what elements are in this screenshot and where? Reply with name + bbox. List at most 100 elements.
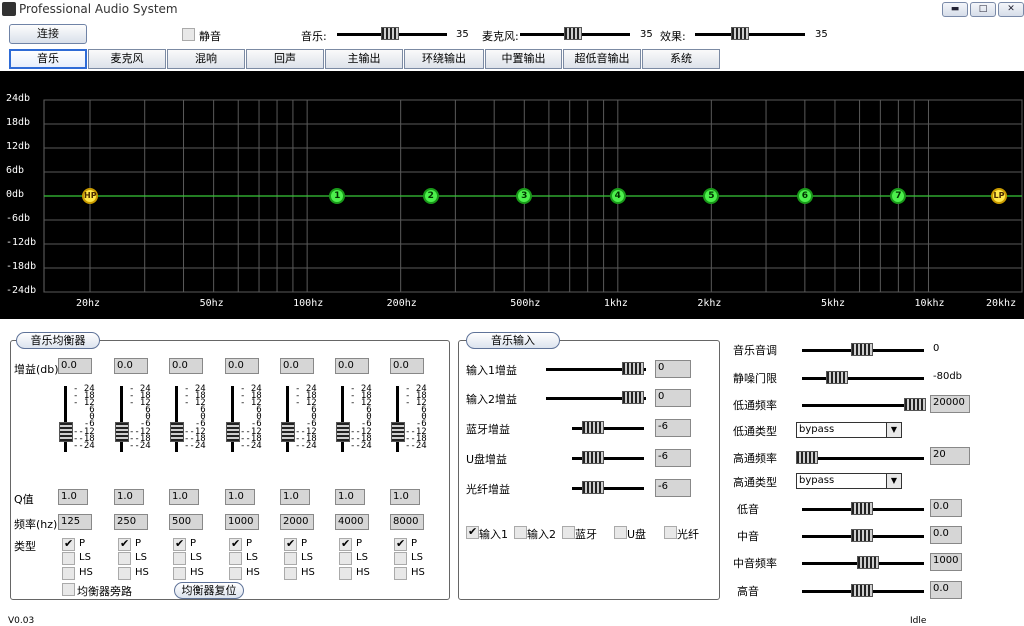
mid-freq-thumb[interactable] — [857, 556, 879, 569]
close-icon[interactable]: ✕ — [998, 2, 1024, 17]
band-type-p-checkbox[interactable] — [62, 537, 75, 551]
input-source-checkbox[interactable] — [466, 525, 479, 539]
eq-node-lp[interactable]: LP — [991, 188, 1007, 204]
band-gain-slider-thumb[interactable] — [391, 422, 405, 442]
input-gain-thumb[interactable] — [622, 391, 644, 404]
band-gain-slider-thumb[interactable] — [336, 422, 350, 442]
band-type-p-checkbox[interactable] — [118, 537, 131, 551]
band-gain-slider-track[interactable] — [396, 386, 399, 452]
band-freq-field[interactable]: 1000 — [225, 514, 259, 530]
mid-thumb[interactable] — [851, 529, 873, 542]
tab-8[interactable]: 系统 — [642, 49, 720, 69]
input-source-checkbox[interactable] — [664, 526, 677, 539]
band-q-field[interactable]: 1.0 — [114, 489, 144, 505]
band-q-field[interactable]: 1.0 — [280, 489, 310, 505]
minimize-icon[interactable]: ▬ — [942, 2, 968, 17]
band-type-ls-checkbox[interactable] — [118, 552, 131, 565]
tab-7[interactable]: 超低音输出 — [563, 49, 641, 69]
band-gain-field[interactable]: 0.0 — [114, 358, 148, 374]
input-gain-field[interactable]: -6 — [655, 479, 691, 497]
band-type-ls-checkbox[interactable] — [229, 552, 242, 565]
band-type-hs-checkbox[interactable] — [229, 567, 242, 580]
band-q-field[interactable]: 1.0 — [225, 489, 255, 505]
eq-node-4[interactable]: 4 — [609, 188, 626, 204]
band-type-p-checkbox[interactable] — [284, 537, 297, 551]
eq-node-6[interactable]: 6 — [796, 188, 813, 204]
band-type-ls-checkbox[interactable] — [62, 552, 75, 565]
band-gain-field[interactable]: 0.0 — [169, 358, 203, 374]
band-freq-field[interactable]: 4000 — [335, 514, 369, 530]
band-type-ls-checkbox[interactable] — [173, 552, 186, 565]
tab-1[interactable]: 麦克风 — [88, 49, 166, 69]
band-type-hs-checkbox[interactable] — [394, 567, 407, 580]
input-gain-field[interactable]: -6 — [655, 449, 691, 467]
band-type-p-checkbox[interactable] — [173, 537, 186, 551]
input-gain-field[interactable]: 0 — [655, 360, 691, 378]
band-type-ls-checkbox[interactable] — [284, 552, 297, 565]
band-type-hs-checkbox[interactable] — [284, 567, 297, 580]
band-freq-field[interactable]: 2000 — [280, 514, 314, 530]
band-type-hs-checkbox[interactable] — [62, 567, 75, 580]
band-gain-slider-thumb[interactable] — [59, 422, 73, 442]
band-gain-field[interactable]: 0.0 — [390, 358, 424, 374]
band-gain-slider-thumb[interactable] — [281, 422, 295, 442]
tab-6[interactable]: 中置输出 — [485, 49, 562, 69]
band-freq-field[interactable]: 125 — [58, 514, 92, 530]
effect-volume-thumb[interactable] — [731, 27, 749, 40]
band-gain-slider-thumb[interactable] — [115, 422, 129, 442]
band-type-p-checkbox[interactable] — [394, 537, 407, 551]
input-gain-thumb[interactable] — [622, 362, 644, 375]
mic-volume-thumb[interactable] — [564, 27, 582, 40]
band-freq-field[interactable]: 250 — [114, 514, 148, 530]
pitch-thumb[interactable] — [851, 343, 873, 356]
noise-gate-thumb[interactable] — [826, 371, 848, 384]
treble-field[interactable]: 0.0 — [930, 581, 962, 599]
input-gain-field[interactable]: 0 — [655, 389, 691, 407]
mic-volume-slider[interactable] — [516, 27, 634, 41]
lowpass-freq-thumb[interactable] — [904, 398, 926, 411]
eq-node-2[interactable]: 2 — [422, 188, 439, 204]
input-source-checkbox[interactable] — [562, 526, 575, 539]
band-type-p-checkbox[interactable] — [339, 537, 352, 551]
chevron-down-icon[interactable]: ▼ — [886, 474, 901, 488]
music-volume-slider[interactable] — [333, 27, 451, 41]
treble-thumb[interactable] — [851, 584, 873, 597]
noise-gate-slider[interactable] — [802, 377, 924, 380]
chevron-down-icon[interactable]: ▼ — [886, 423, 901, 437]
bass-field[interactable]: 0.0 — [930, 499, 962, 517]
band-gain-slider-thumb[interactable] — [170, 422, 184, 442]
band-gain-field[interactable]: 0.0 — [58, 358, 92, 374]
highpass-freq-slider[interactable] — [802, 457, 924, 460]
eq-node-hp[interactable]: HP — [82, 188, 98, 204]
bass-thumb[interactable] — [851, 502, 873, 515]
band-q-field[interactable]: 1.0 — [58, 489, 88, 505]
tab-4[interactable]: 主输出 — [325, 49, 403, 69]
input-gain-field[interactable]: -6 — [655, 419, 691, 437]
band-type-p-checkbox[interactable] — [229, 537, 242, 551]
band-gain-field[interactable]: 0.0 — [280, 358, 314, 374]
band-q-field[interactable]: 1.0 — [169, 489, 199, 505]
band-type-hs-checkbox[interactable] — [339, 567, 352, 580]
eq-bypass-checkbox[interactable] — [62, 583, 75, 596]
input-gain-thumb[interactable] — [582, 481, 604, 494]
band-freq-field[interactable]: 8000 — [390, 514, 424, 530]
tab-3[interactable]: 回声 — [246, 49, 324, 69]
connect-button[interactable]: 连接 — [9, 24, 87, 44]
band-q-field[interactable]: 1.0 — [390, 489, 420, 505]
band-type-hs-checkbox[interactable] — [173, 567, 186, 580]
lowpass-freq-field[interactable]: 20000 — [930, 395, 970, 413]
music-volume-thumb[interactable] — [381, 27, 399, 40]
maximize-icon[interactable]: □ — [970, 2, 996, 17]
band-gain-field[interactable]: 0.0 — [225, 358, 259, 374]
input-gain-thumb[interactable] — [582, 451, 604, 464]
band-gain-slider-track[interactable] — [64, 386, 67, 452]
band-gain-slider-track[interactable] — [120, 386, 123, 452]
input-gain-thumb[interactable] — [582, 421, 604, 434]
band-gain-slider-track[interactable] — [341, 386, 344, 452]
highpass-freq-field[interactable]: 20 — [930, 447, 970, 465]
band-type-ls-checkbox[interactable] — [339, 552, 352, 565]
band-gain-slider-thumb[interactable] — [226, 422, 240, 442]
tab-0[interactable]: 音乐 — [9, 49, 87, 69]
band-type-ls-checkbox[interactable] — [394, 552, 407, 565]
band-freq-field[interactable]: 500 — [169, 514, 203, 530]
